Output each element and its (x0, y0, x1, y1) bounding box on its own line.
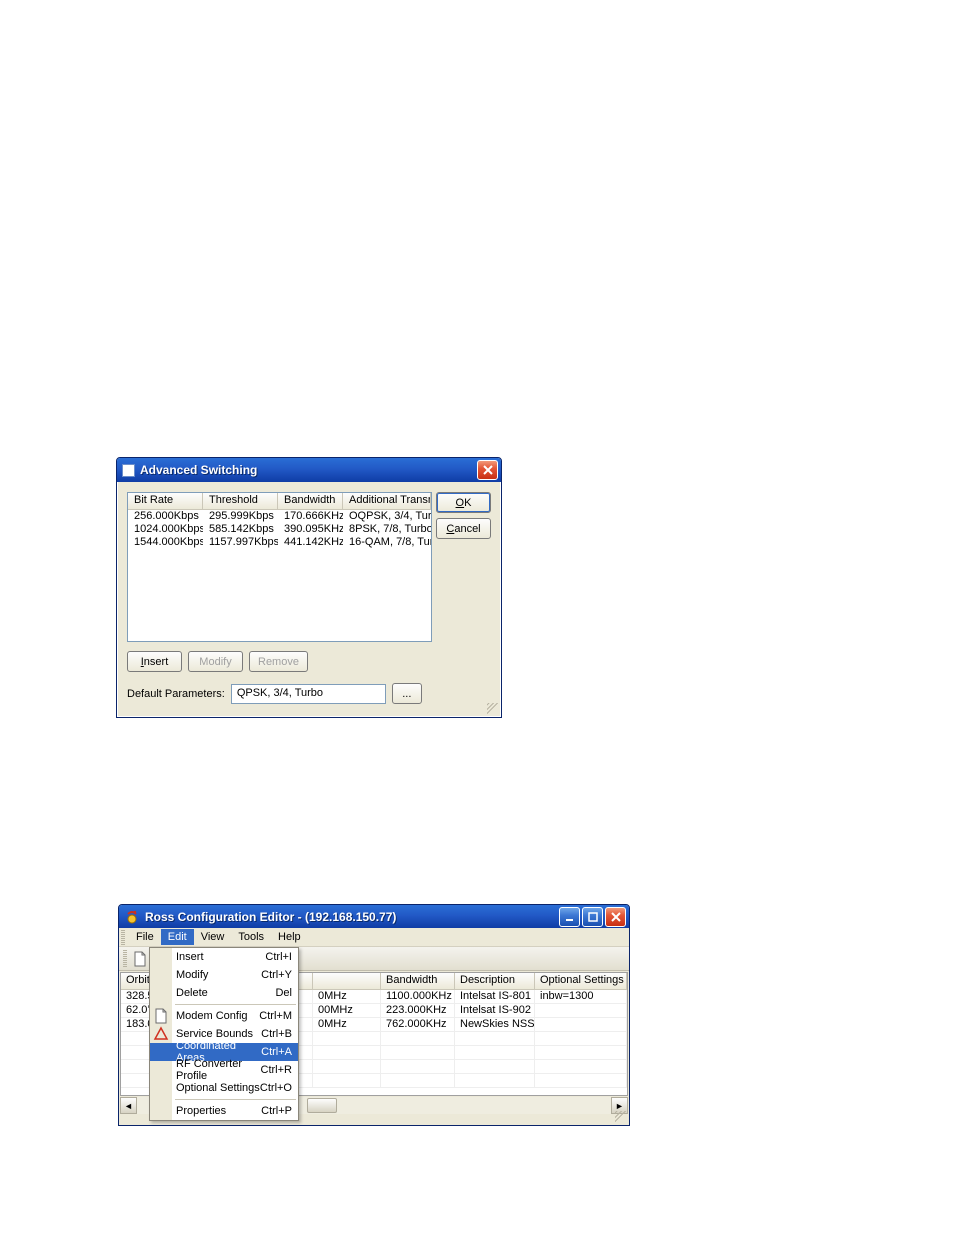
list-row[interactable]: 1024.000Kbps 585.142Kbps 390.095KHz 8PSK… (128, 523, 431, 536)
menu-item-modem-config[interactable]: Modem Config Ctrl+M (150, 1007, 298, 1025)
app-icon (122, 464, 135, 477)
menu-view[interactable]: View (194, 929, 232, 945)
scroll-thumb[interactable] (307, 1098, 337, 1113)
toolbar-handle[interactable] (121, 930, 125, 945)
titlebar[interactable]: Advanced Switching (117, 458, 501, 482)
col-params[interactable]: Additional Transmit Pa... (343, 493, 431, 509)
toolbar-handle[interactable] (123, 950, 127, 968)
list-row[interactable]: 256.000Kbps 295.999Kbps 170.666KHz OQPSK… (128, 510, 431, 523)
new-icon[interactable] (132, 951, 148, 967)
list-header[interactable]: Bit Rate Threshold Bandwidth Additional … (128, 493, 431, 510)
resize-grip[interactable] (615, 1111, 627, 1123)
resize-grip[interactable] (487, 703, 499, 715)
warning-icon (153, 1026, 169, 1042)
col-3[interactable] (313, 973, 381, 989)
scroll-left-button[interactable]: ◄ (120, 1097, 137, 1114)
menu-edit[interactable]: Edit (161, 929, 194, 945)
window-title: Advanced Switching (140, 463, 472, 477)
menu-item-delete[interactable]: Delete Del (150, 984, 298, 1002)
close-button[interactable] (477, 460, 498, 480)
menu-separator (175, 1099, 296, 1100)
modify-button[interactable]: Modify (188, 651, 243, 672)
col-threshold[interactable]: Threshold (203, 493, 278, 509)
default-params-browse-button[interactable]: ... (392, 683, 422, 704)
col-description[interactable]: Description (455, 973, 535, 989)
app-icon (124, 909, 140, 925)
menu-item-insert[interactable]: Insert Ctrl+I (150, 948, 298, 966)
menu-item-modify[interactable]: Modify Ctrl+Y (150, 966, 298, 984)
switching-list[interactable]: Bit Rate Threshold Bandwidth Additional … (127, 492, 432, 642)
menu-item-rf-converter[interactable]: RF Converter Profile Ctrl+R (150, 1061, 298, 1079)
menu-tools[interactable]: Tools (231, 929, 271, 945)
menu-item-optional-settings[interactable]: Optional Settings Ctrl+O (150, 1079, 298, 1097)
maximize-button[interactable] (582, 907, 603, 927)
col-bitrate[interactable]: Bit Rate (128, 493, 203, 509)
col-bandwidth[interactable]: Bandwidth (381, 973, 455, 989)
default-params-label: Default Parameters: (127, 688, 225, 700)
ross-configuration-editor-window: Ross Configuration Editor - (192.168.150… (118, 904, 630, 1126)
menu-help[interactable]: Help (271, 929, 308, 945)
menu-item-properties[interactable]: Properties Ctrl+P (150, 1102, 298, 1120)
ok-button[interactable]: OK (436, 492, 491, 513)
default-params-field: QPSK, 3/4, Turbo (231, 684, 386, 704)
edit-menu-dropdown: Insert Ctrl+I Modify Ctrl+Y Delete Del M… (149, 947, 299, 1121)
insert-button[interactable]: Insert (127, 651, 182, 672)
col-bandwidth[interactable]: Bandwidth (278, 493, 343, 509)
close-button[interactable] (605, 907, 626, 927)
remove-button[interactable]: Remove (249, 651, 308, 672)
minimize-button[interactable] (559, 907, 580, 927)
cancel-button[interactable]: Cancel (436, 518, 491, 539)
col-optional[interactable]: Optional Settings (535, 973, 627, 989)
menu-separator (175, 1004, 296, 1005)
advanced-switching-dialog: Advanced Switching OK Cancel Bit Rate Th… (116, 457, 502, 718)
menu-file[interactable]: File (129, 929, 161, 945)
document-icon (153, 1008, 169, 1024)
window-title: Ross Configuration Editor - (192.168.150… (145, 910, 554, 924)
menu-bar: File Edit View Tools Help (119, 928, 629, 947)
list-row[interactable]: 1544.000Kbps 1157.997Kbps 441.142KHz 16-… (128, 536, 431, 549)
titlebar[interactable]: Ross Configuration Editor - (192.168.150… (119, 905, 629, 928)
